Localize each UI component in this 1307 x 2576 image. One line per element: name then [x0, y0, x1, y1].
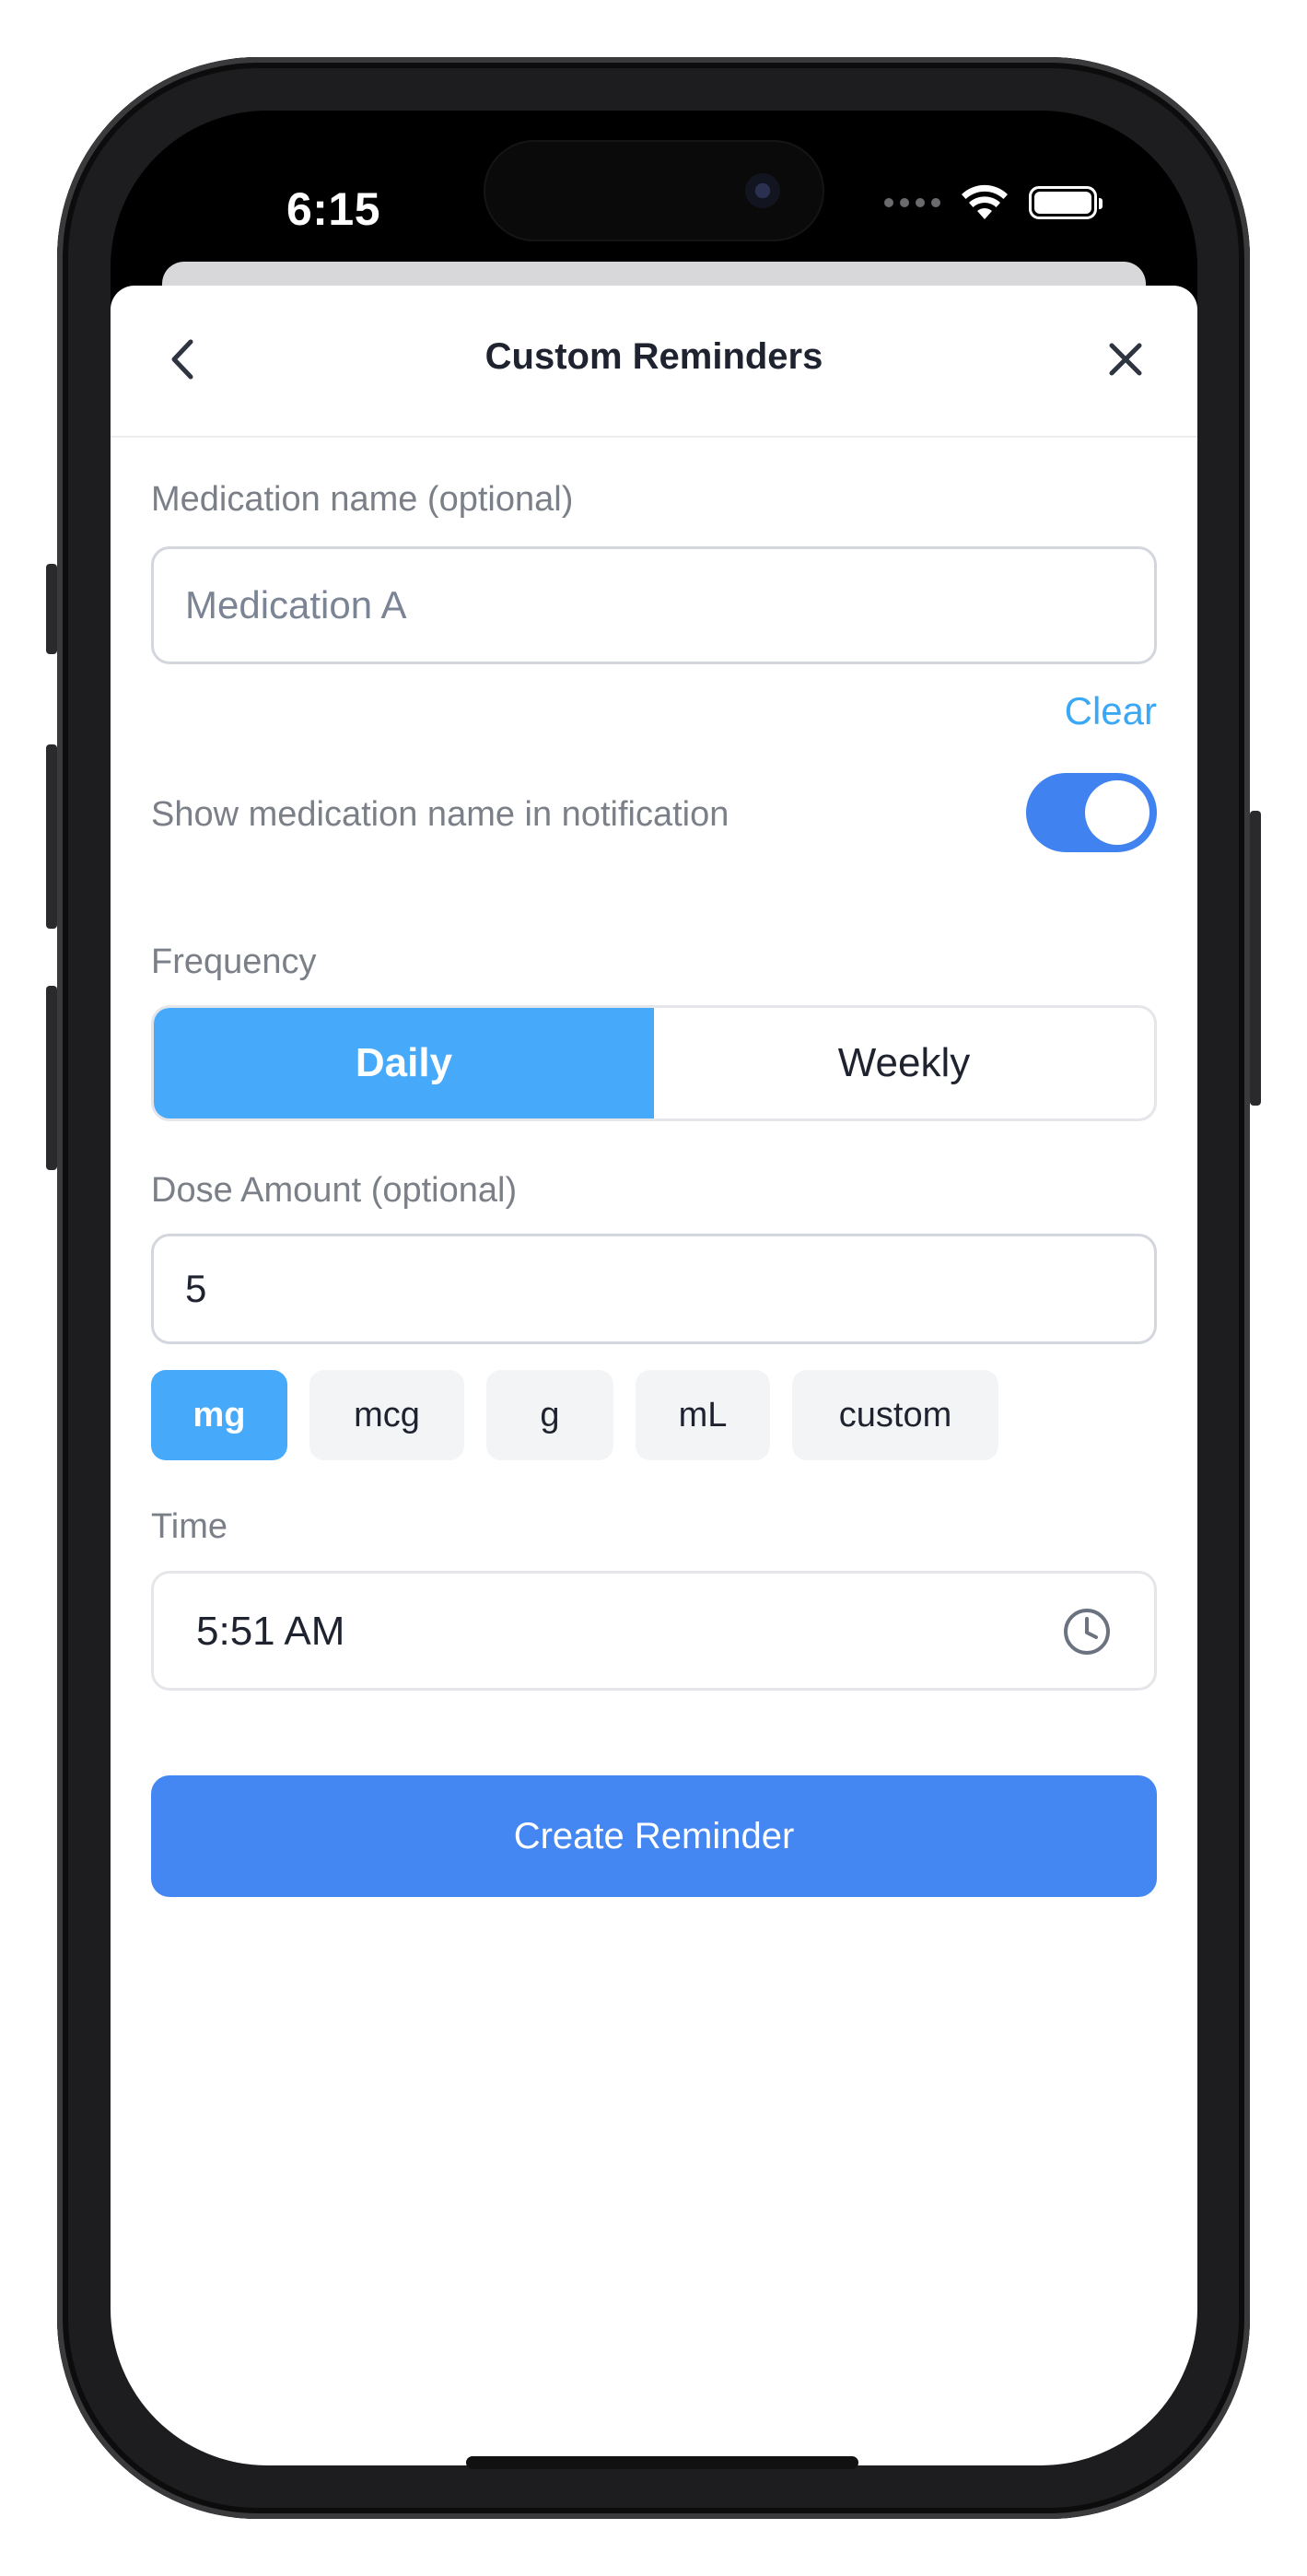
- front-camera-icon: [745, 173, 780, 208]
- action-button: [46, 564, 57, 654]
- power-button: [1250, 811, 1261, 1106]
- device-mockup: 6:15 Custom Reminders Medication name (o…: [0, 0, 1307, 2576]
- time-picker-field[interactable]: 5:51 AM: [151, 1571, 1157, 1691]
- clear-button[interactable]: Clear: [1065, 689, 1157, 733]
- medication-name-input[interactable]: [151, 546, 1157, 664]
- close-icon: [1109, 343, 1142, 376]
- unit-chip-custom[interactable]: custom: [792, 1370, 998, 1460]
- notification-toggle-label: Show medication name in notification: [151, 795, 729, 834]
- time-label: Time: [151, 1507, 228, 1546]
- cellular-signal-icon: [884, 198, 940, 207]
- dynamic-island: [484, 140, 824, 241]
- unit-chip-g[interactable]: g: [486, 1370, 613, 1460]
- status-icons: [884, 164, 1103, 241]
- battery-icon: [1029, 186, 1103, 219]
- status-time: 6:15: [286, 183, 381, 235]
- notification-toggle[interactable]: [1026, 773, 1157, 852]
- clock-icon: [1064, 1609, 1110, 1655]
- frequency-label: Frequency: [151, 943, 317, 981]
- unit-chip-ml[interactable]: mL: [636, 1370, 770, 1460]
- volume-down-button: [46, 986, 57, 1170]
- dose-amount-label: Dose Amount (optional): [151, 1171, 518, 1210]
- dose-unit-selector: mg mcg g mL custom: [151, 1370, 998, 1460]
- frequency-selector: Daily Weekly: [151, 1005, 1157, 1121]
- time-value: 5:51 AM: [196, 1609, 345, 1654]
- medication-name-label: Medication name (optional): [151, 480, 574, 519]
- custom-reminders-sheet: Custom Reminders Medication name (option…: [111, 286, 1197, 2465]
- frequency-option-weekly[interactable]: Weekly: [654, 1008, 1154, 1118]
- home-indicator[interactable]: [466, 2456, 858, 2469]
- wifi-icon: [962, 184, 1008, 219]
- dose-amount-input[interactable]: [151, 1234, 1157, 1344]
- toggle-knob: [1085, 780, 1149, 845]
- unit-chip-mcg[interactable]: mcg: [309, 1370, 464, 1460]
- frequency-option-daily[interactable]: Daily: [154, 1008, 654, 1118]
- volume-up-button: [46, 744, 57, 929]
- close-button[interactable]: [1098, 332, 1153, 387]
- page-title: Custom Reminders: [484, 336, 823, 377]
- phone-screen: 6:15 Custom Reminders Medication name (o…: [111, 111, 1197, 2465]
- create-reminder-button[interactable]: Create Reminder: [151, 1775, 1157, 1897]
- sheet-header: Custom Reminders: [111, 286, 1197, 438]
- unit-chip-mg[interactable]: mg: [151, 1370, 287, 1460]
